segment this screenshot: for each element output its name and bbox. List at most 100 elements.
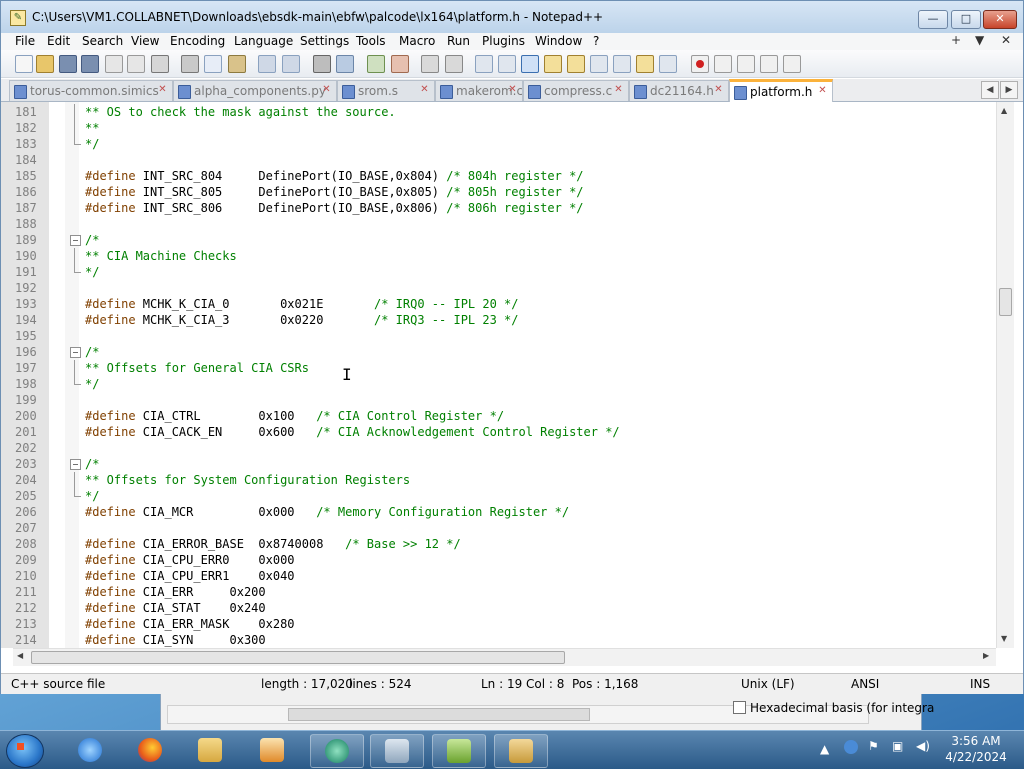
- run-macro-multiple-icon[interactable]: [760, 55, 778, 73]
- taskbar-internet-explorer[interactable]: [64, 734, 116, 766]
- menu-plugins[interactable]: Plugins: [482, 34, 525, 48]
- start-button[interactable]: [6, 734, 44, 768]
- code-line[interactable]: 209 #define CIA_CPU_ERR0 0x000: [1, 552, 1007, 568]
- tab-close-icon[interactable]: ✕: [419, 84, 430, 95]
- horizontal-scrollbar[interactable]: ◀ ▶: [13, 648, 996, 666]
- scroll-up-icon[interactable]: ▲: [1001, 106, 1007, 115]
- fold-toggle-icon[interactable]: [70, 235, 81, 246]
- find-icon[interactable]: [313, 55, 331, 73]
- document-list-icon[interactable]: [590, 55, 608, 73]
- vertical-scrollbar[interactable]: ▲ ▼: [996, 102, 1014, 648]
- code-line[interactable]: 198 */: [1, 376, 1007, 392]
- fold-toggle-icon[interactable]: [70, 347, 81, 358]
- tab-dc21164-h[interactable]: dc21164.h ✕: [629, 80, 729, 101]
- tab-scroll-left-icon[interactable]: ◀: [981, 81, 999, 99]
- zoom-out-icon[interactable]: [391, 55, 409, 73]
- network-sharing-icon[interactable]: [844, 740, 858, 754]
- background-window[interactable]: Hexadecimal basis (for integra: [160, 692, 934, 732]
- system-clock[interactable]: 3:56 AM 4/22/2024: [940, 733, 1012, 765]
- code-line[interactable]: 200 #define CIA_CTRL 0x100 /* CIA Control…: [1, 408, 1007, 424]
- code-line[interactable]: 193 #define MCHK_K_CIA_0 0x021E /* IRQ0 -…: [1, 296, 1007, 312]
- code-line[interactable]: 196 /*: [1, 344, 1007, 360]
- scroll-thumb[interactable]: [288, 708, 590, 721]
- menu-settings[interactable]: Settings: [300, 34, 349, 48]
- scroll-right-icon[interactable]: ▶: [983, 651, 989, 660]
- close-document-icon[interactable]: ✕: [1001, 33, 1011, 47]
- tab-close-icon[interactable]: ✕: [713, 84, 724, 95]
- code-line[interactable]: 186 #define INT_SRC_805 DefinePort(IO_BAS…: [1, 184, 1007, 200]
- menu-view[interactable]: View: [131, 34, 159, 48]
- minimize-button[interactable]: —: [918, 10, 948, 29]
- code-line[interactable]: 190 ** CIA Machine Checks: [1, 248, 1007, 264]
- code-line[interactable]: 212 #define CIA_STAT 0x240: [1, 600, 1007, 616]
- code-line[interactable]: 208 #define CIA_ERROR_BASE 0x8740008 /* B…: [1, 536, 1007, 552]
- checkbox-box[interactable]: [733, 701, 746, 714]
- menu-tools[interactable]: Tools: [356, 34, 386, 48]
- cut-icon[interactable]: [181, 55, 199, 73]
- folder-as-workspace-icon[interactable]: [636, 55, 654, 73]
- code-line[interactable]: 201 #define CIA_CACK_EN 0x600 /* CIA Ackn…: [1, 424, 1007, 440]
- code-line[interactable]: 183 */: [1, 136, 1007, 152]
- code-line[interactable]: 203 /*: [1, 456, 1007, 472]
- scroll-down-icon[interactable]: ▼: [1001, 634, 1007, 643]
- open-file-icon[interactable]: [36, 55, 54, 73]
- tab-close-icon[interactable]: ✕: [817, 85, 828, 96]
- tab-close-icon[interactable]: ✕: [321, 84, 332, 95]
- sync-horizontal-icon[interactable]: [445, 55, 463, 73]
- scroll-left-icon[interactable]: ◀: [17, 651, 23, 660]
- monitoring-icon[interactable]: [659, 55, 677, 73]
- code-line[interactable]: 182 **: [1, 120, 1007, 136]
- menu-help[interactable]: ?: [593, 34, 599, 48]
- tab-alpha-components-py[interactable]: alpha_components.py ✕: [173, 80, 337, 101]
- code-line[interactable]: 202: [1, 440, 1007, 456]
- title-bar[interactable]: ✎ C:\Users\VM1.COLLABNET\Downloads\ebsdk…: [1, 1, 1023, 33]
- code-line[interactable]: 192: [1, 280, 1007, 296]
- tab-srom-s[interactable]: srom.s ✕: [337, 80, 435, 101]
- save-macro-icon[interactable]: [783, 55, 801, 73]
- menu-search[interactable]: Search: [82, 34, 123, 48]
- menu-window[interactable]: Window: [535, 34, 582, 48]
- print-icon[interactable]: [151, 55, 169, 73]
- code-line[interactable]: 181 ** OS to check the mask against the s…: [1, 104, 1007, 120]
- code-line[interactable]: 187 #define INT_SRC_806 DefinePort(IO_BAS…: [1, 200, 1007, 216]
- menu-macro[interactable]: Macro: [399, 34, 435, 48]
- taskbar-hxd[interactable]: [494, 734, 548, 768]
- code-line[interactable]: 197 ** Offsets for General CIA CSRs: [1, 360, 1007, 376]
- tab-makerom-c[interactable]: makerom.c ✕: [435, 80, 523, 101]
- stop-recording-icon[interactable]: [714, 55, 732, 73]
- tab-compress-c[interactable]: compress.c ✕: [523, 80, 629, 101]
- code-line[interactable]: 207: [1, 520, 1007, 536]
- save-icon[interactable]: [59, 55, 77, 73]
- user-defined-language-icon[interactable]: [544, 55, 562, 73]
- function-list-icon[interactable]: [613, 55, 631, 73]
- taskbar-firefox[interactable]: [124, 734, 176, 766]
- taskbar-explorer[interactable]: [184, 734, 236, 766]
- save-all-icon[interactable]: [81, 55, 99, 73]
- code-line[interactable]: 194 #define MCHK_K_CIA_3 0x0220 /* IRQ3 -…: [1, 312, 1007, 328]
- menu-file[interactable]: File: [15, 34, 35, 48]
- tab-list-icon[interactable]: ▼: [975, 33, 984, 47]
- status-eol[interactable]: Unix (LF): [741, 677, 795, 691]
- taskbar-app-wave[interactable]: [370, 734, 424, 768]
- status-encoding[interactable]: ANSI: [851, 677, 879, 691]
- tab-platform-h[interactable]: platform.h ✕: [729, 79, 833, 104]
- vertical-scroll-thumb[interactable]: [999, 288, 1012, 316]
- record-macro-icon[interactable]: [691, 55, 709, 73]
- code-line[interactable]: 195: [1, 328, 1007, 344]
- menu-language[interactable]: Language: [234, 34, 293, 48]
- close-button[interactable]: ✕: [983, 10, 1017, 29]
- taskbar-app-green[interactable]: [310, 734, 364, 768]
- code-line[interactable]: 199: [1, 392, 1007, 408]
- code-line[interactable]: 188: [1, 216, 1007, 232]
- action-center-flag-icon[interactable]: ⚑: [868, 739, 879, 753]
- horizontal-scroll-thumb[interactable]: [31, 651, 565, 664]
- menu-edit[interactable]: Edit: [47, 34, 70, 48]
- code-line[interactable]: 211 #define CIA_ERR 0x200: [1, 584, 1007, 600]
- code-line[interactable]: 206 #define CIA_MCR 0x000 /* Memory Confi…: [1, 504, 1007, 520]
- code-line[interactable]: 184: [1, 152, 1007, 168]
- code-line[interactable]: 185 #define INT_SRC_804 DefinePort(IO_BAS…: [1, 168, 1007, 184]
- tab-scroll-right-icon[interactable]: ▶: [1000, 81, 1018, 99]
- tab-close-icon[interactable]: ✕: [157, 84, 168, 95]
- sync-vertical-icon[interactable]: [421, 55, 439, 73]
- document-map-icon[interactable]: [567, 55, 585, 73]
